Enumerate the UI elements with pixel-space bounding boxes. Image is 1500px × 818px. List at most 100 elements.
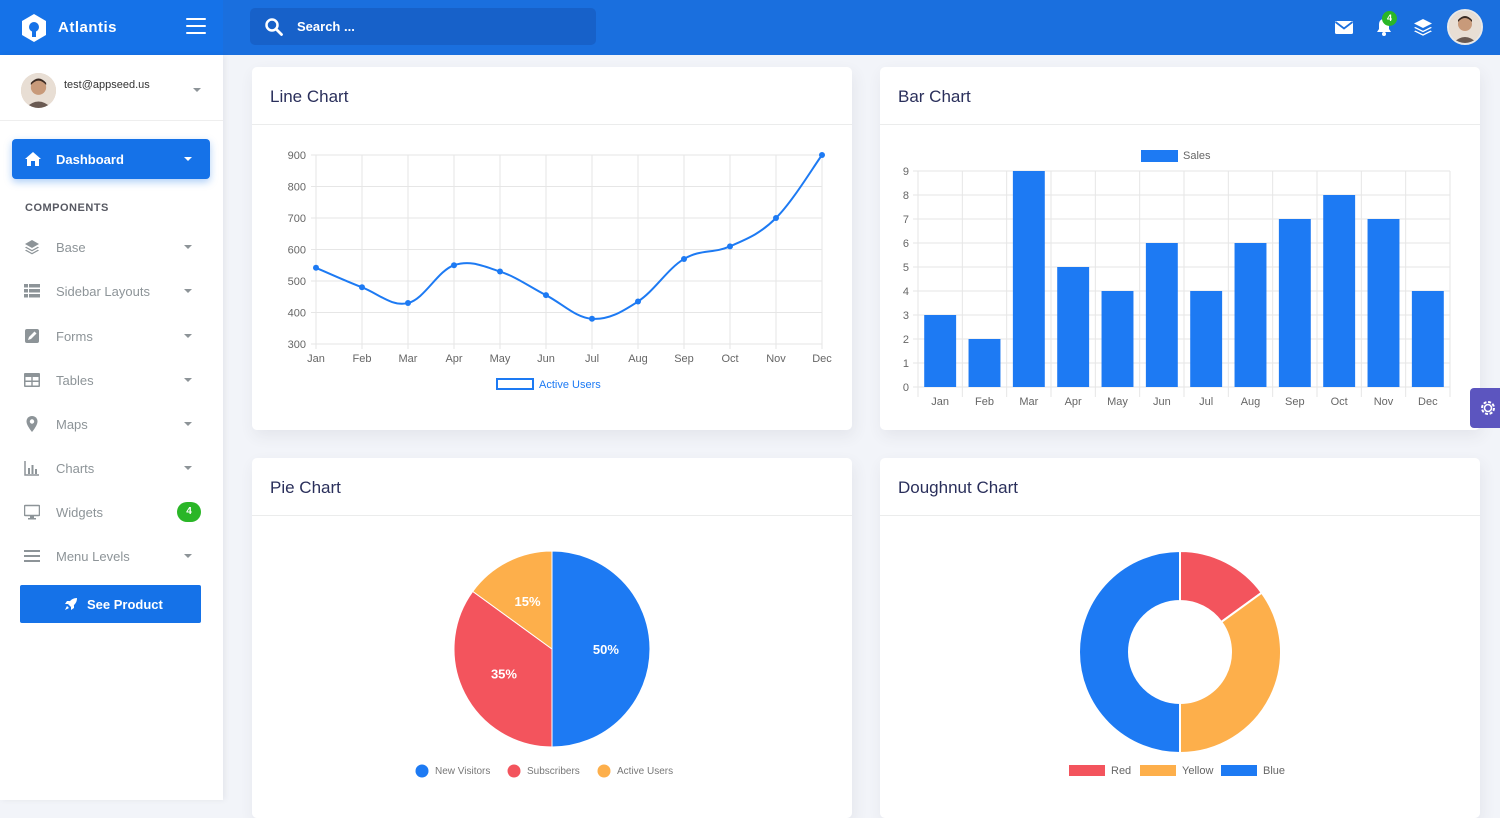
y-tick-label: 800 bbox=[288, 182, 306, 194]
sidebar-user[interactable]: test@appseed.us bbox=[0, 55, 223, 121]
doughnut-slice bbox=[1179, 591, 1282, 755]
sidebar-item-base[interactable]: Base bbox=[0, 225, 223, 269]
sidebar-item-label: Maps bbox=[56, 417, 88, 432]
x-tick-label: Oct bbox=[721, 353, 738, 365]
gear-icon bbox=[1481, 401, 1495, 415]
sidebar-item-tables[interactable]: Tables bbox=[0, 358, 223, 402]
y-tick-label: 900 bbox=[288, 150, 306, 162]
avatar-image bbox=[21, 73, 56, 108]
x-tick-label: Mar bbox=[399, 353, 418, 365]
sidebar-item-charts[interactable]: Charts bbox=[0, 446, 223, 490]
map-marker-icon bbox=[26, 416, 38, 432]
data-point bbox=[405, 300, 411, 307]
pen-square-icon bbox=[25, 329, 39, 343]
x-tick-label: Jul bbox=[585, 353, 599, 365]
y-tick-label: 3 bbox=[903, 310, 909, 322]
data-point bbox=[681, 255, 687, 262]
search-box bbox=[250, 8, 596, 45]
search-input[interactable] bbox=[297, 19, 577, 34]
sidebar-item-sidebar-layouts[interactable]: Sidebar Layouts bbox=[0, 269, 223, 313]
user-avatar-top[interactable] bbox=[1447, 9, 1483, 45]
data-point bbox=[543, 292, 549, 299]
chevron-down-icon bbox=[193, 88, 201, 92]
sidebar-item-label: Charts bbox=[56, 461, 95, 476]
user-email: test@appseed.us bbox=[64, 79, 150, 91]
legend-label: Active Users bbox=[539, 379, 601, 391]
pie-chart-card: Pie Chart 50% 35% 15% New Visitors Subscribe… bbox=[252, 458, 852, 818]
y-tick-label: 6 bbox=[903, 238, 909, 250]
legend-swatch bbox=[496, 378, 534, 390]
top-navbar: Atlantis 4 bbox=[0, 0, 1500, 55]
y-tick-label: 2 bbox=[903, 334, 909, 346]
bar bbox=[1278, 219, 1311, 387]
bar bbox=[1190, 291, 1223, 387]
legend-label: Red bbox=[1111, 765, 1131, 777]
atlantis-logo-icon[interactable] bbox=[20, 13, 48, 43]
legend-label: Blue bbox=[1263, 765, 1285, 777]
section-heading: COMPONENTS bbox=[25, 202, 109, 214]
y-tick-label: 0 bbox=[903, 382, 909, 394]
bar bbox=[968, 339, 1001, 387]
sidebar-item-label: Widgets bbox=[56, 505, 103, 520]
legend-label: New Visitors bbox=[435, 766, 490, 777]
sidebar-item-dashboard[interactable]: Dashboard bbox=[12, 139, 210, 179]
doughnut-chart[interactable]: Red Yellow Blue bbox=[880, 516, 1480, 800]
see-product-button[interactable]: See Product bbox=[20, 585, 201, 623]
y-tick-label: 8 bbox=[903, 190, 909, 202]
bar bbox=[1367, 219, 1400, 387]
settings-toggle[interactable] bbox=[1470, 388, 1500, 428]
y-tick-label: 1 bbox=[903, 358, 909, 370]
rocket-icon bbox=[65, 598, 77, 610]
data-point bbox=[497, 268, 503, 275]
sidebar-item-label: Menu Levels bbox=[56, 549, 130, 564]
y-tick-label: 300 bbox=[288, 339, 306, 351]
series-line-active-users bbox=[315, 154, 823, 320]
card-title: Doughnut Chart bbox=[898, 478, 1019, 497]
chevron-down-icon bbox=[184, 245, 192, 249]
sidebar-item-widgets[interactable]: Widgets 4 bbox=[0, 490, 223, 534]
sidebar-item-label: Sidebar Layouts bbox=[56, 284, 150, 299]
slice-value-label: 35% bbox=[491, 666, 517, 681]
doughnut-chart-card: Doughnut Chart Red Yellow Blue bbox=[880, 458, 1480, 818]
chevron-down-icon bbox=[184, 422, 192, 426]
notification-badge: 4 bbox=[1382, 11, 1397, 26]
pie-chart[interactable]: 50% 35% 15% New Visitors Subscribers Active U… bbox=[252, 516, 852, 800]
x-tick-label: Sep bbox=[674, 353, 694, 365]
layers-icon bbox=[25, 240, 39, 255]
legend-swatch bbox=[597, 764, 611, 778]
data-point bbox=[451, 262, 457, 269]
envelope-icon[interactable] bbox=[1334, 17, 1354, 37]
bar bbox=[924, 315, 957, 387]
legend-swatch bbox=[1069, 765, 1105, 776]
chevron-down-icon bbox=[184, 334, 192, 338]
x-tick-label: Feb bbox=[975, 396, 994, 408]
bar-chart[interactable]: 0 1 2 3 4 5 6 7 8 9 Jan Feb Mar Apr May Jun Jul Aug Sep Oct… bbox=[880, 125, 1480, 430]
x-tick-label: Aug bbox=[628, 353, 648, 365]
chevron-down-icon bbox=[184, 554, 192, 558]
menu-toggle-icon[interactable] bbox=[186, 18, 206, 36]
chevron-down-icon bbox=[184, 289, 192, 293]
widgets-count-badge: 4 bbox=[177, 502, 201, 522]
x-tick-label: Dec bbox=[1418, 396, 1438, 408]
x-tick-label: Nov bbox=[766, 353, 786, 365]
layers-icon[interactable] bbox=[1413, 17, 1433, 37]
brand-name[interactable]: Atlantis bbox=[58, 19, 117, 36]
bar bbox=[1012, 171, 1045, 387]
sidebar-item-label: Forms bbox=[56, 329, 93, 344]
sidebar-item-maps[interactable]: Maps bbox=[0, 402, 223, 446]
bar bbox=[1057, 267, 1090, 387]
x-tick-label: Feb bbox=[353, 353, 372, 365]
doughnut-slice bbox=[1078, 549, 1181, 755]
line-chart[interactable]: 300 400 500 600 700 800 900 Jan Feb Mar Apr May Jun J… bbox=[252, 125, 852, 430]
sidebar-item-menu-levels[interactable]: Menu Levels bbox=[0, 534, 223, 578]
data-point bbox=[727, 243, 733, 250]
x-tick-label: Apr bbox=[1065, 396, 1082, 408]
avatar-image bbox=[1449, 11, 1481, 43]
search-icon[interactable] bbox=[265, 17, 283, 36]
data-point bbox=[773, 215, 779, 221]
card-title: Line Chart bbox=[270, 87, 349, 106]
x-tick-label: Sep bbox=[1285, 396, 1305, 408]
th-list-icon bbox=[24, 284, 40, 298]
bar bbox=[1145, 243, 1178, 387]
sidebar-item-forms[interactable]: Forms bbox=[0, 314, 223, 358]
